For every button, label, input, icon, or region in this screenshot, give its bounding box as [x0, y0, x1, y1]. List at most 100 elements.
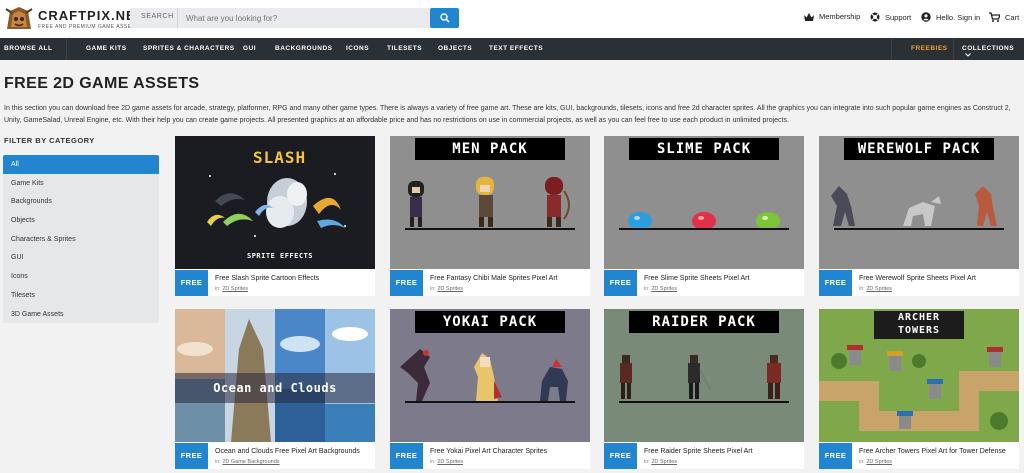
product-card[interactable]: SLIME PACK FREE Free Slime Sprite Sheets…: [604, 136, 804, 296]
thumbnail-art-subtitle: TOWERS: [897, 325, 941, 336]
cart-label: Cart: [1005, 12, 1020, 22]
crown-icon: [804, 12, 814, 21]
category-link[interactable]: 2D Sprites: [651, 459, 677, 465]
nav-browse-all[interactable]: BROWSE ALL: [4, 45, 52, 52]
cart-link[interactable]: Cart: [989, 12, 1019, 22]
free-badge: FREE: [390, 443, 423, 469]
ground-line: [405, 228, 575, 230]
category-prefix: in:: [859, 286, 865, 292]
search-input[interactable]: [180, 8, 428, 28]
thumbnail-art-title: Ocean and Clouds: [213, 381, 337, 395]
slash-effects-art: [207, 173, 346, 237]
thumbnail-art-title: WEREWOLF PACK: [844, 138, 994, 160]
product-thumbnail[interactable]: SLASH SPRITE EFFECTS: [175, 136, 375, 269]
filter-characters-sprites[interactable]: Characters & Sprites: [3, 230, 159, 249]
product-card[interactable]: WEREWOLF PACK FREE Free Werewolf Sprite …: [819, 136, 1019, 296]
werewolf-art: [831, 186, 997, 226]
nav-freebies[interactable]: FREEBIES: [911, 45, 948, 52]
product-category: in: 2D Sprites: [430, 459, 463, 465]
thumbnail-art-title: MEN PACK: [415, 138, 565, 160]
chevron-down-icon: [965, 53, 971, 57]
nav-objects[interactable]: OBJECTS: [438, 45, 472, 52]
category-filter: All Game Kits Backgrounds Objects Charac…: [3, 155, 159, 323]
category-link[interactable]: 2D Sprites: [651, 286, 677, 292]
main-nav: BROWSE ALL GAME KITS SPRITES & CHARACTER…: [0, 38, 1024, 60]
product-title[interactable]: Free Fantasy Chibi Male Sprites Pixel Ar…: [430, 275, 558, 282]
thumbnail-art-title: SLASH: [253, 148, 307, 167]
nav-icons[interactable]: ICONS: [346, 45, 369, 52]
filter-game-kits[interactable]: Game Kits: [3, 174, 159, 193]
yokai-art: [400, 349, 568, 401]
product-thumbnail[interactable]: RAIDER PACK: [604, 309, 804, 442]
product-title[interactable]: Free Archer Towers Pixel Art for Tower D…: [859, 448, 1006, 455]
nav-backgrounds[interactable]: BACKGROUNDS: [275, 45, 333, 52]
nav-collections[interactable]: COLLECTIONS: [962, 45, 1024, 59]
nav-sprites-characters[interactable]: SPRITES & CHARACTERS: [143, 45, 235, 52]
product-card[interactable]: YOKAI PACK FREE Free Yokai Pixel Art Cha…: [390, 309, 590, 469]
nav-text-effects[interactable]: TEXT EFFECTS: [489, 45, 543, 52]
archer-towers-art: [819, 345, 1019, 431]
user-icon: [921, 12, 931, 22]
cart-icon: [989, 12, 1000, 22]
nav-gui[interactable]: GUI: [243, 45, 256, 52]
product-card[interactable]: MEN PACK FREE Free Fantasy Chibi Male Sp…: [390, 136, 590, 296]
category-link[interactable]: 2D Sprites: [437, 459, 463, 465]
membership-label: Membership: [819, 12, 861, 21]
craftpix-logo[interactable]: [4, 5, 34, 33]
free-badge: FREE: [819, 270, 852, 296]
free-badge: FREE: [819, 443, 852, 469]
filter-backgrounds[interactable]: Backgrounds: [3, 192, 159, 211]
product-card[interactable]: ARCHER TOWERS FREE Free Archer Towers Pi…: [819, 309, 1019, 469]
product-title[interactable]: Free Slime Sprite Sheets Pixel Art: [644, 275, 749, 282]
product-card[interactable]: RAIDER PACK FREE Free Raider Sprite Shee…: [604, 309, 804, 469]
category-link[interactable]: 2D Game Backgrounds: [222, 459, 279, 465]
product-thumbnail[interactable]: ARCHER TOWERS: [819, 309, 1019, 442]
product-thumbnail[interactable]: YOKAI PACK: [390, 309, 590, 442]
nav-collections-label: COLLECTIONS: [962, 45, 1015, 52]
filter-objects[interactable]: Objects: [3, 211, 159, 230]
product-thumbnail[interactable]: WEREWOLF PACK: [819, 136, 1019, 269]
search-button[interactable]: [430, 8, 459, 28]
category-prefix: in:: [430, 286, 436, 292]
filter-3d-game-assets[interactable]: 3D Game Assets: [3, 305, 159, 324]
free-badge: FREE: [604, 443, 637, 469]
product-thumbnail[interactable]: MEN PACK: [390, 136, 590, 269]
category-link[interactable]: 2D Sprites: [866, 286, 892, 292]
product-card[interactable]: Ocean and Clouds FREE Ocean and Clouds F…: [175, 309, 375, 469]
product-title[interactable]: Ocean and Clouds Free Pixel Art Backgrou…: [215, 448, 360, 455]
thumbnail-art-title: SLIME PACK: [629, 138, 779, 160]
product-thumbnail[interactable]: Ocean and Clouds: [175, 309, 375, 442]
category-prefix: in:: [644, 459, 650, 465]
nav-game-kits[interactable]: GAME KITS: [86, 45, 127, 52]
filter-gui[interactable]: GUI: [3, 248, 159, 267]
product-title[interactable]: Free Werewolf Sprite Sheets Pixel Art: [859, 275, 976, 282]
product-thumbnail[interactable]: SLIME PACK: [604, 136, 804, 269]
category-prefix: in:: [859, 459, 865, 465]
product-title[interactable]: Free Raider Sprite Sheets Pixel Art: [644, 448, 753, 455]
nav-tilesets[interactable]: TILESETS: [387, 45, 422, 52]
product-category: in: 2D Sprites: [215, 286, 248, 292]
brand-tagline: FREE AND PREMIUM GAME ASSETS: [38, 24, 139, 30]
product-category: in: 2D Sprites: [430, 286, 463, 292]
account-link[interactable]: Hello. Sign in: [921, 12, 980, 22]
membership-link[interactable]: Membership: [804, 12, 860, 21]
category-prefix: in:: [215, 286, 221, 292]
product-card[interactable]: SLASH SPRITE EFFECTS FREE Free Slash Spr…: [175, 136, 375, 296]
category-link[interactable]: 2D Sprites: [866, 459, 892, 465]
search-bar: SEARCH: [130, 8, 459, 28]
filter-all[interactable]: All: [3, 155, 159, 174]
product-title[interactable]: Free Yokai Pixel Art Character Sprites: [430, 448, 547, 455]
product-category: in: 2D Game Backgrounds: [215, 459, 280, 465]
brand-name[interactable]: CRAFTPIX.NET: [38, 8, 145, 23]
filter-icons[interactable]: Icons: [3, 267, 159, 286]
category-link[interactable]: 2D Sprites: [437, 286, 463, 292]
filter-tilesets[interactable]: Tilesets: [3, 286, 159, 305]
free-badge: FREE: [390, 270, 423, 296]
support-link[interactable]: Support: [870, 12, 911, 22]
page-intro: In this section you can download free 2D…: [4, 105, 1011, 124]
product-category: in: 2D Sprites: [859, 459, 892, 465]
category-link[interactable]: 2D Sprites: [222, 286, 248, 292]
chibi-men-art: [408, 177, 570, 227]
free-badge: FREE: [604, 270, 637, 296]
product-title[interactable]: Free Slash Sprite Cartoon Effects: [215, 275, 319, 282]
